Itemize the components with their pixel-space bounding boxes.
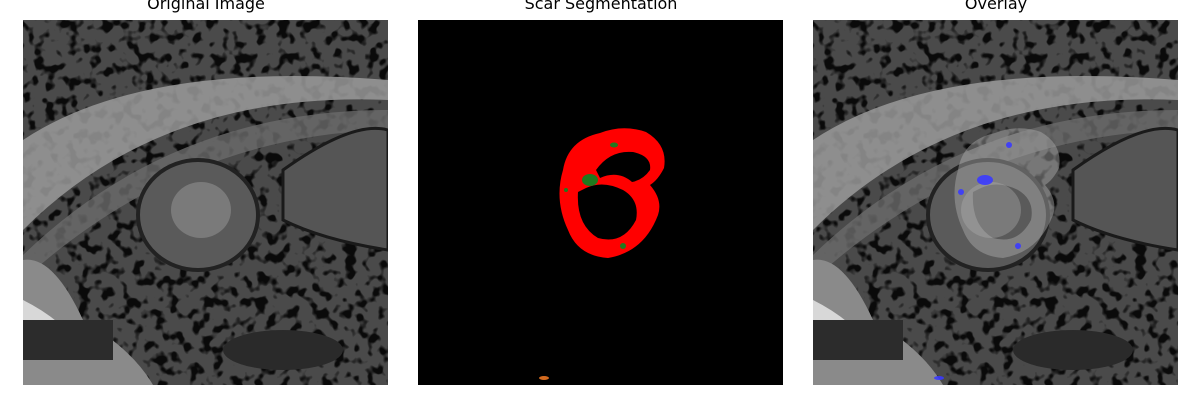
overlay-title: Overlay [964,0,1028,13]
original-mri-image [23,20,388,385]
scar-segmentation-mask [418,20,783,385]
original-image-title: Original Image [147,0,265,13]
overlay-image [813,20,1178,385]
scar-segmentation-title: Scar Segmentation [524,0,678,13]
scar-segmentation-panel: Scar Segmentation [418,0,784,400]
overlay-panel: Overlay [813,0,1179,400]
original-image-panel: Original Image [23,0,389,400]
